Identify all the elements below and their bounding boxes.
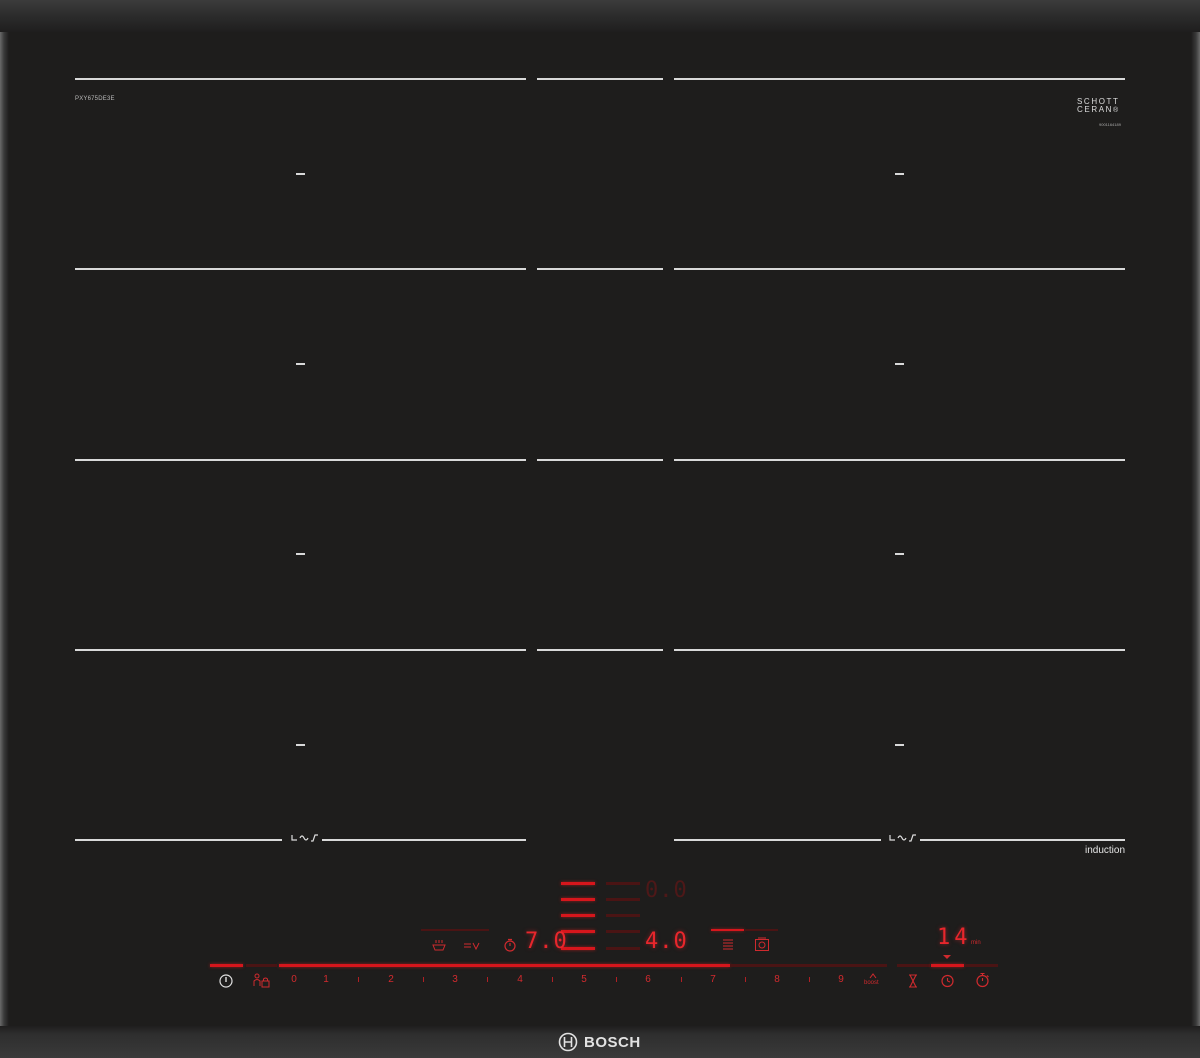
- zone-line: [75, 78, 526, 80]
- power-level-7[interactable]: 7: [707, 975, 719, 985]
- ceramic-glass-surface: [9, 32, 1191, 1026]
- timer-key-bar: [897, 964, 930, 967]
- power-level-6[interactable]: 6: [642, 975, 654, 985]
- zone-line: [537, 268, 663, 270]
- zone-center-mark: [895, 363, 904, 365]
- registered-mark: ®: [1113, 107, 1119, 114]
- zone-center-mark: [296, 744, 305, 746]
- power-key-bar: [210, 964, 243, 967]
- half-step-tick: [809, 977, 810, 982]
- childlock-key-bar: [246, 964, 277, 967]
- move-mode-icon[interactable]: [722, 938, 734, 952]
- zone-line: [674, 839, 881, 841]
- level-bar-dim: [606, 882, 640, 885]
- stopwatch-icon[interactable]: [975, 972, 990, 988]
- half-step-tick: [616, 977, 617, 982]
- zone-line: [674, 649, 1125, 651]
- serial-number: 9001164189: [1099, 122, 1121, 127]
- level-bar: [561, 882, 595, 885]
- level-bar: [561, 914, 595, 917]
- level-bar: [561, 898, 595, 901]
- brand-name: BOSCH: [584, 1033, 641, 1051]
- half-step-tick: [358, 977, 359, 982]
- power-level-1[interactable]: 1: [320, 975, 332, 985]
- induction-hob: PXY675DE3E SCHOTT CERAN® 9001164189 indu…: [0, 0, 1200, 1058]
- flex-mode-icon[interactable]: [754, 937, 770, 952]
- zone-center-mark: [296, 553, 305, 555]
- flexinduction-icon: [291, 834, 318, 842]
- zone-timer-icon[interactable]: [503, 938, 517, 952]
- right-level-display[interactable]: 4.0: [645, 931, 688, 953]
- flexinduction-icon: [889, 834, 916, 842]
- bosch-logo: BOSCH: [558, 1032, 641, 1052]
- zone-center-mark: [296, 363, 305, 365]
- induction-label: induction: [1085, 845, 1126, 856]
- zone-line: [674, 268, 1125, 270]
- zone-center-mark: [895, 173, 904, 175]
- zone-line: [920, 839, 1125, 841]
- boost-label[interactable]: boost: [864, 980, 879, 986]
- level-bar-dim: [606, 930, 640, 933]
- zone-line: [75, 459, 526, 461]
- half-step-tick: [487, 977, 488, 982]
- function-bar: [711, 929, 744, 931]
- half-step-tick: [681, 977, 682, 982]
- zone-line: [674, 78, 1125, 80]
- power-level-4[interactable]: 4: [514, 975, 526, 985]
- timer-display[interactable]: 14: [937, 927, 972, 949]
- function-bar: [421, 929, 489, 931]
- zone-line: [75, 268, 526, 270]
- half-step-tick: [552, 977, 553, 982]
- schott-ceran-logo: SCHOTT CERAN®: [1077, 98, 1120, 115]
- temp-sensor-icon[interactable]: [463, 941, 481, 951]
- schott-logo-line2: CERAN®: [1077, 106, 1120, 115]
- level-bar-dim: [606, 898, 640, 901]
- power-slider-active[interactable]: [279, 964, 730, 967]
- power-level-0[interactable]: 0: [288, 975, 300, 985]
- zone-line: [75, 839, 282, 841]
- top-frame: [0, 0, 1200, 32]
- power-level-2[interactable]: 2: [385, 975, 397, 985]
- timer-key-bar-active: [931, 964, 964, 967]
- power-level-9[interactable]: 9: [835, 975, 847, 985]
- half-step-tick: [423, 977, 424, 982]
- zone-line: [537, 649, 663, 651]
- left-level-display[interactable]: 7.0: [525, 931, 568, 953]
- ceran-text: CERAN: [1077, 105, 1114, 114]
- childlock-icon[interactable]: [252, 973, 270, 988]
- hourglass-icon[interactable]: [908, 974, 918, 988]
- timer-pointer-icon: [943, 955, 951, 959]
- power-level-8[interactable]: 8: [771, 975, 783, 985]
- clock-timer-icon[interactable]: [940, 973, 955, 988]
- level-bar-dim: [606, 914, 640, 917]
- zone-line: [537, 459, 663, 461]
- pan-sensor-icon[interactable]: [431, 939, 447, 951]
- power-level-5[interactable]: 5: [578, 975, 590, 985]
- top-center-display: 0.0: [645, 878, 688, 903]
- power-icon[interactable]: [219, 974, 233, 988]
- zone-line: [537, 78, 663, 80]
- zone-center-mark: [895, 744, 904, 746]
- stopwatch-key-bar: [965, 964, 998, 967]
- bosch-armature-icon: [558, 1032, 578, 1052]
- model-number: PXY675DE3E: [75, 96, 115, 102]
- zone-center-mark: [296, 173, 305, 175]
- level-bar-dim: [606, 947, 640, 950]
- boost-icon[interactable]: [869, 973, 877, 979]
- zone-line: [75, 649, 526, 651]
- function-bar: [745, 929, 778, 931]
- zone-line: [322, 839, 526, 841]
- power-slider-inactive[interactable]: [730, 964, 887, 967]
- half-step-tick: [745, 977, 746, 982]
- timer-unit-label: min: [971, 940, 981, 946]
- zone-line: [674, 459, 1125, 461]
- power-level-3[interactable]: 3: [449, 975, 461, 985]
- zone-center-mark: [895, 553, 904, 555]
